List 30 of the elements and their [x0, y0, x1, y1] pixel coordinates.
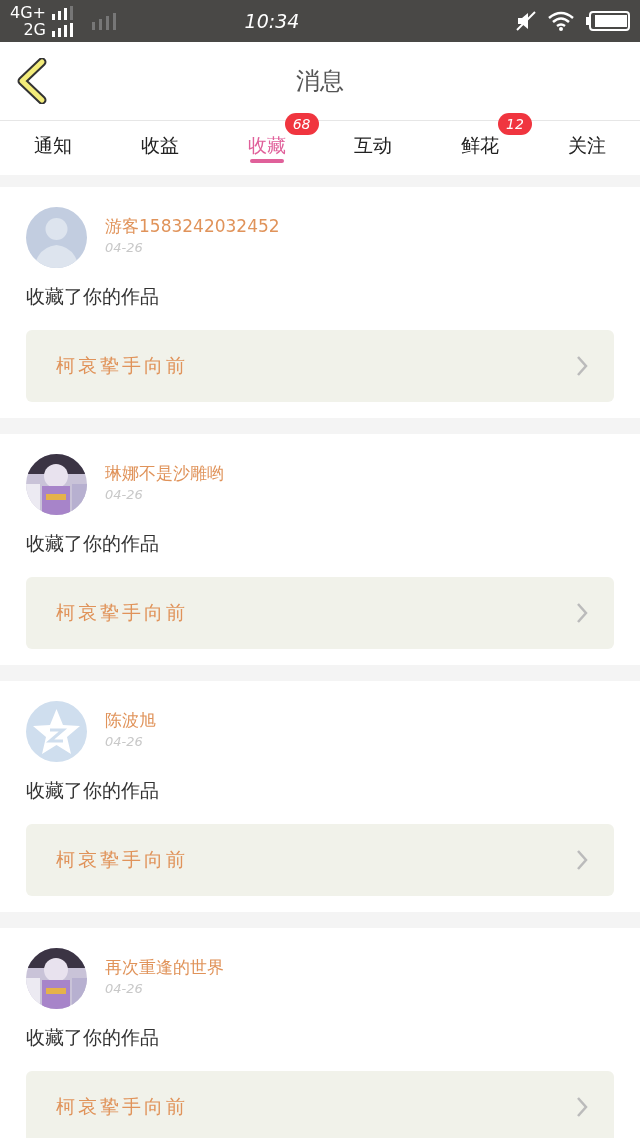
message-text: 收藏了你的作品 [26, 1025, 160, 1050]
tab[interactable]: 关注 [533, 121, 640, 175]
work-link[interactable]: 柯哀挚手向前 [26, 824, 614, 896]
work-link[interactable]: 柯哀挚手向前 [26, 577, 614, 649]
mute-icon [516, 11, 536, 31]
user-name[interactable]: 再次重逢的世界 [105, 956, 224, 979]
message-text: 收藏了你的作品 [26, 531, 160, 556]
tab[interactable]: 收益 [106, 121, 214, 175]
user-name[interactable]: 琳娜不是沙雕哟 [105, 462, 224, 485]
tab[interactable]: 互动 [320, 121, 427, 175]
chevron-icon [576, 355, 588, 377]
chevron-icon [576, 1096, 588, 1118]
chevron-icon [576, 602, 588, 624]
signal-icon [90, 12, 118, 30]
chevron-icon [576, 849, 588, 871]
user-name[interactable]: 游客1583242032452 [105, 215, 280, 238]
page-title: 消息 [296, 66, 344, 97]
network-label: 2G [23, 21, 46, 38]
message-text: 收藏了你的作品 [26, 284, 160, 309]
count-badge: 68 [284, 113, 319, 135]
count-badge: 12 [498, 113, 532, 135]
battery-icon [586, 11, 630, 31]
work-link[interactable]: 柯哀挚手向前 [26, 1071, 614, 1138]
status-time: 10:34 [244, 10, 300, 32]
tab[interactable]: 通知 [0, 121, 107, 175]
network-label: 4G+ [10, 4, 46, 21]
user-name[interactable]: 陈波旭 [105, 709, 156, 732]
message-text: 收藏了你的作品 [26, 778, 160, 803]
work-link[interactable]: 柯哀挚手向前 [26, 330, 614, 402]
wifi-icon [548, 11, 574, 31]
